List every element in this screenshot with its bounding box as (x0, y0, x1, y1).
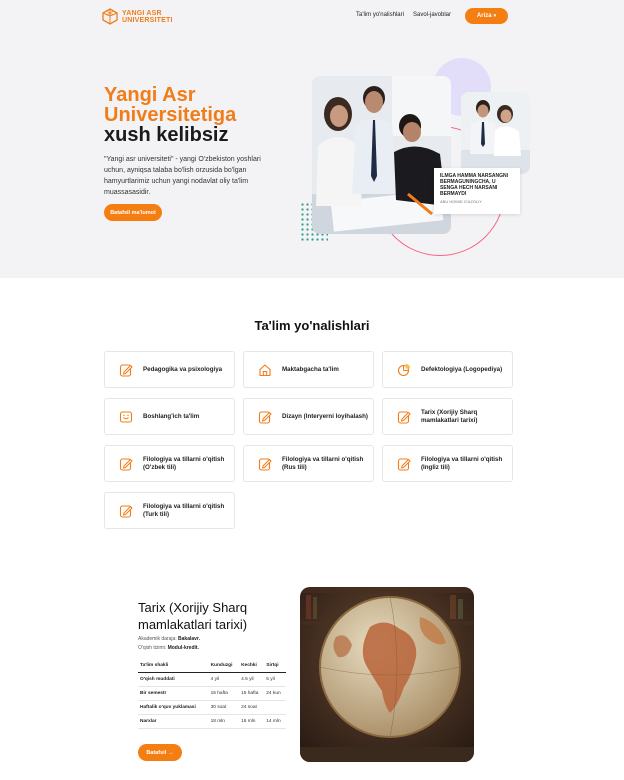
study-system-info: O'qish tizimi: Modul-kredit. (138, 645, 199, 651)
program-card-philology-russian[interactable]: Filologiya va tillarni o'qitish (Rus til… (243, 445, 374, 482)
house-icon (259, 363, 271, 376)
table-cell: 18 mln (208, 714, 240, 729)
table-cell: 14 mln (264, 714, 286, 729)
table-cell: Narxlar (138, 714, 209, 729)
logo-text: YANGI ASR UNIVERSITETI (122, 10, 173, 24)
nav-link-programs[interactable]: Ta'lim yo'nalishlari (356, 12, 404, 18)
globe-photo (300, 587, 474, 762)
students-photo (312, 76, 451, 234)
table-row: Haftalik o'quv yuklamasi 30 soat 24 soat (138, 700, 286, 715)
program-card-history[interactable]: Tarix (Xorijiy Sharq mamlakatlari tarixi… (382, 398, 513, 435)
edit-note-icon (397, 410, 411, 424)
more-info-button[interactable]: Batafsil ma'lumot (104, 204, 162, 221)
hero-title-line3: xush kelibsiz (104, 124, 229, 146)
edit-note-icon (119, 504, 133, 518)
quote-card: ILMGA HAMMA NARSANGNI BERMAGUNINGCHA, U … (434, 168, 520, 214)
students-photo-small (461, 92, 530, 174)
program-card-defectology[interactable]: Defektologiya (Logopediya) (382, 351, 513, 388)
chart-pie-icon (397, 363, 411, 376)
program-label: Dizayn (Interyerni loyihalash) (282, 412, 368, 420)
table-cell: 24 soat (239, 700, 265, 715)
students-illustration (312, 76, 451, 234)
table-cell: 15 hafta (239, 686, 265, 701)
study-system-value: Modul-kredit. (167, 645, 199, 651)
program-label: Filologiya va tillarni o'qitish (O'zbek … (143, 455, 225, 471)
program-card-design[interactable]: Dizayn (Interyerni loyihalash) (243, 398, 374, 435)
programs-grid: Pedagogika va psixologiya Maktabgacha ta… (104, 351, 513, 531)
hero-title: Yangi Asr Universitetiga xush kelibsiz (104, 85, 236, 145)
table-cell: O'qish muddati (138, 672, 209, 687)
edit-note-icon (397, 457, 411, 471)
study-forms-table: Ta'lim shakli Kunduzgi Kechki Sirtqi O'q… (138, 659, 286, 729)
apply-button[interactable]: Ariza ▾ (465, 8, 508, 24)
detail-more-label: Batafsil (146, 749, 167, 756)
program-label: Filologiya va tillarni o'qitish (Turk ti… (143, 502, 225, 518)
arrow-right-icon: → (168, 749, 174, 756)
table-cell: 16 mln (239, 714, 265, 729)
logo-line2: UNIVERSITETI (122, 16, 173, 24)
program-label: Boshlang'ich ta'lim (143, 412, 200, 420)
edit-note-icon (258, 457, 272, 471)
table-cell: 4.5 yil (239, 672, 265, 687)
program-card-preschool[interactable]: Maktabgacha ta'lim (243, 351, 374, 388)
globe-illustration (300, 587, 474, 762)
site-header: YANGI ASR UNIVERSITETI Ta'lim yo'nalishl… (0, 0, 624, 34)
table-cell: 15 hafta (208, 686, 240, 701)
logo-cube-icon (102, 8, 118, 25)
program-label: Tarix (Xorijiy Sharq mamlakatlari tarixi… (421, 408, 478, 424)
hero-title-line1: Yangi Asr (104, 84, 196, 106)
table-cell: Haftalik o'quv yuklamasi (138, 700, 209, 715)
logo-line1: YANGI ASR (122, 9, 162, 17)
program-card-philology-uzbek[interactable]: Filologiya va tillarni o'qitish (O'zbek … (104, 445, 235, 482)
table-row: O'qish muddati 4 yil 4.5 yil 5 yil (138, 672, 286, 687)
quote-author: ABU HOMID G'AZOLIY (440, 199, 482, 204)
logo[interactable]: YANGI ASR UNIVERSITETI (102, 8, 173, 25)
program-card-primary[interactable]: Boshlang'ich ta'lim (104, 398, 235, 435)
hero-description: "Yangi asr universiteti" - yangi O'zbeki… (104, 156, 261, 196)
degree-value: Bakalavr. (178, 636, 200, 642)
table-cell: 30 soat (208, 700, 240, 715)
program-label: Maktabgacha ta'lim (282, 365, 339, 373)
nav-link-faq[interactable]: Savol-javoblar (413, 12, 451, 18)
degree-info: Akademik daraja: Bakalavr. (138, 636, 200, 642)
chevron-down-icon: ▾ (493, 13, 497, 19)
program-label: Filologiya va tillarni o'qitish (Ingliz … (421, 455, 503, 471)
program-label: Pedagogika va psixologiya (143, 365, 223, 373)
edit-note-icon (258, 410, 272, 424)
edit-note-icon (119, 457, 133, 471)
table-header: Sirtqi (264, 659, 286, 673)
table-header: Kunduzgi (208, 659, 240, 673)
table-cell: 24 kun (264, 686, 286, 701)
smiley-board-icon (119, 410, 133, 423)
table-header-row: Ta'lim shakli Kunduzgi Kechki Sirtqi (138, 659, 286, 673)
hero-title-line2: Universitetiga (104, 104, 237, 126)
program-label: Filologiya va tillarni o'qitish (Rus til… (282, 455, 364, 471)
apply-button-label: Ariza (476, 13, 492, 19)
table-header: Ta'lim shakli (138, 659, 209, 673)
table-cell (264, 700, 286, 715)
edit-note-icon (119, 363, 133, 377)
study-system-label: O'qish tizimi: (138, 645, 167, 651)
detail-more-button[interactable]: Batafsil → (138, 744, 182, 761)
table-row: Narxlar 18 mln 16 mln 14 mln (138, 714, 286, 729)
table-cell: 4 yil (208, 672, 240, 687)
program-label: Defektologiya (Logopediya) (421, 365, 503, 373)
programs-title: Ta'lim yo'nalishlari (254, 318, 370, 333)
table-header: Kechki (239, 659, 265, 673)
degree-label: Akademik daraja: (138, 636, 177, 642)
table-cell: Bir semestr (138, 686, 209, 701)
program-detail-title: Tarix (Xorijiy Sharq mamlakatlari tarixi… (138, 600, 248, 632)
program-card-pedagogy[interactable]: Pedagogika va psixologiya (104, 351, 235, 388)
hero-section: Yangi Asr Universitetiga xush kelibsiz "… (0, 34, 624, 278)
program-card-philology-english[interactable]: Filologiya va tillarni o'qitish (Ingliz … (382, 445, 513, 482)
students-small-illustration (461, 92, 530, 174)
table-row: Bir semestr 15 hafta 15 hafta 24 kun (138, 686, 286, 701)
table-cell: 5 yil (264, 672, 286, 687)
quote-text: ILMGA HAMMA NARSANGNI BERMAGUNINGCHA, U … (440, 173, 508, 197)
program-card-philology-turkish[interactable]: Filologiya va tillarni o'qitish (Turk ti… (104, 492, 235, 529)
